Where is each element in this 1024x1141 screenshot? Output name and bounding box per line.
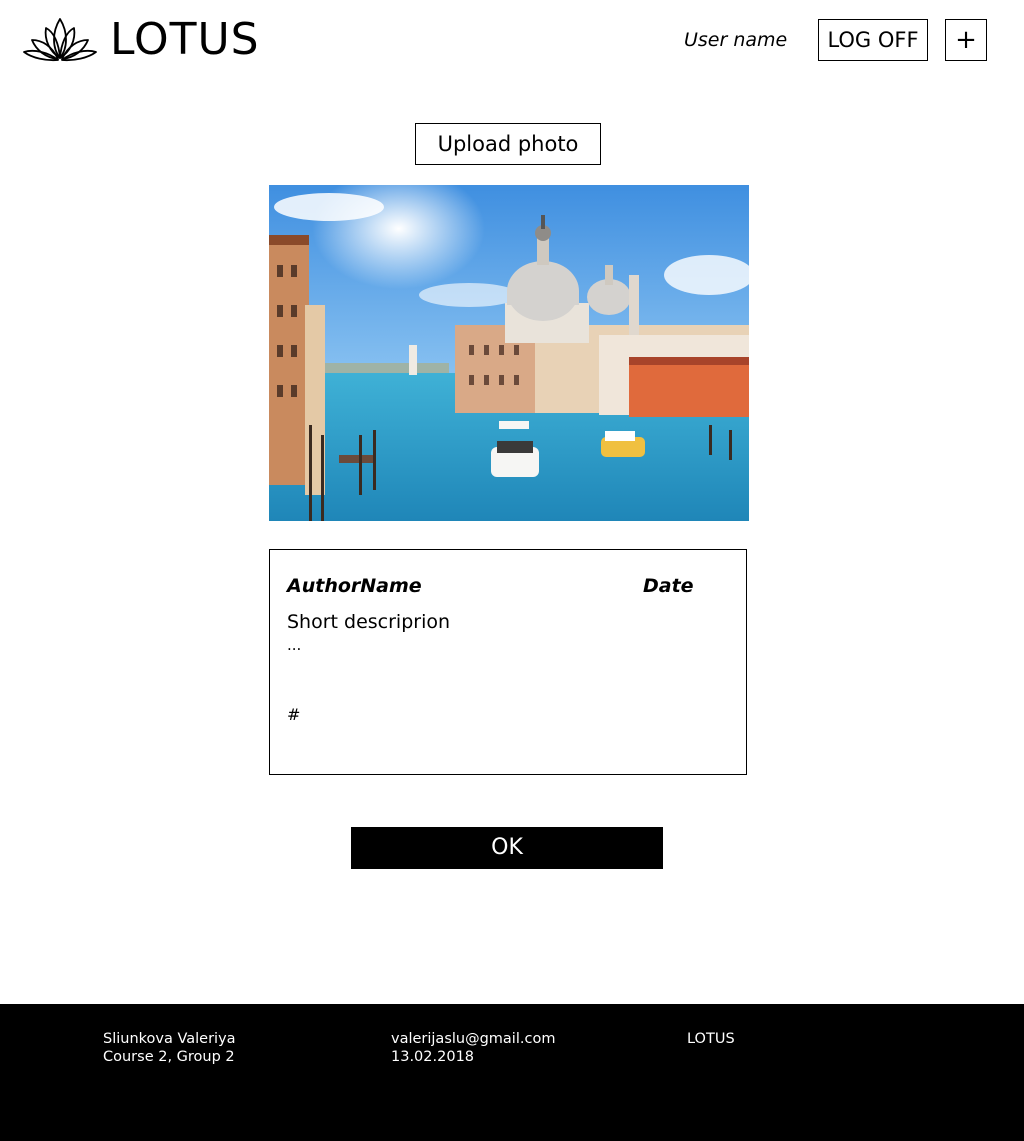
footer-brand: LOTUS xyxy=(687,1031,735,1047)
short-description[interactable]: Short descriprion xyxy=(287,611,450,633)
user-name[interactable]: User name xyxy=(684,29,787,51)
lotus-icon xyxy=(23,18,97,62)
footer-email[interactable]: valerijaslu@gmail.com xyxy=(391,1030,555,1048)
logo[interactable]: LOTUS xyxy=(22,16,259,64)
footer-contact-column: valerijaslu@gmail.com 13.02.2018 xyxy=(391,1030,555,1066)
footer-date: 13.02.2018 xyxy=(391,1049,475,1065)
ok-button[interactable]: OK xyxy=(351,827,663,869)
footer-course: Course 2, Group 2 xyxy=(103,1049,235,1065)
post-card: AuthorName Date Short descriprion ... # xyxy=(269,549,747,775)
uploaded-photo xyxy=(269,185,749,521)
footer-brand-column: LOTUS xyxy=(687,1030,735,1048)
footer-author-name: Sliunkova Valeriya xyxy=(103,1031,236,1047)
logoff-button[interactable]: LOG OFF xyxy=(818,19,928,61)
hashtags[interactable]: # xyxy=(287,705,300,724)
post-date: Date xyxy=(643,575,694,597)
author-name[interactable]: AuthorName xyxy=(287,575,422,597)
add-button[interactable]: + xyxy=(945,19,987,61)
footer: Sliunkova Valeriya Course 2, Group 2 val… xyxy=(0,1004,1024,1141)
logo-text: LOTUS xyxy=(110,14,260,65)
footer-author-column: Sliunkova Valeriya Course 2, Group 2 xyxy=(103,1030,236,1066)
description-ellipsis: ... xyxy=(287,636,302,654)
upload-photo-button[interactable]: Upload photo xyxy=(415,123,601,165)
